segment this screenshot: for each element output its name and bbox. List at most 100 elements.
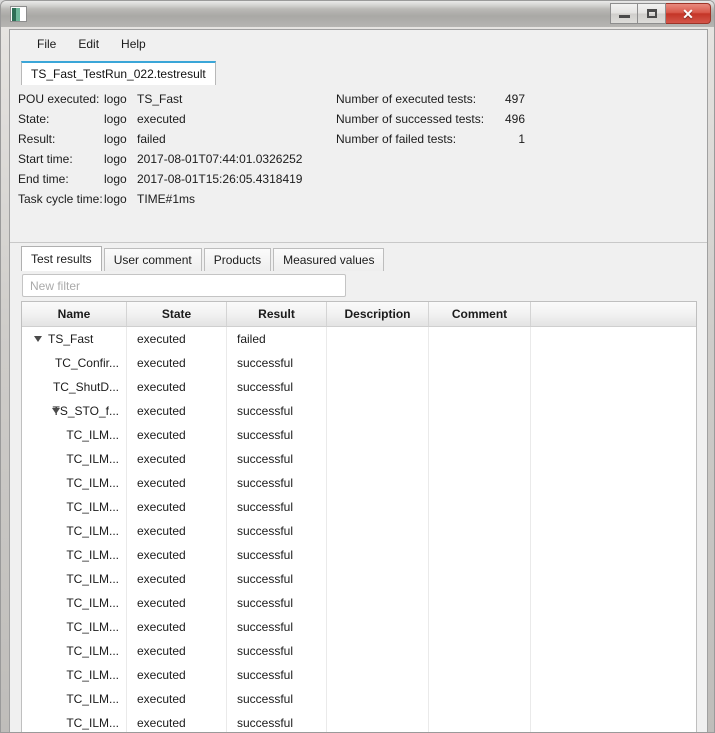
row-name-label: TC_ILM... xyxy=(66,716,119,730)
cell-description xyxy=(327,711,429,732)
table-row[interactable]: TC_ILM... executed successful xyxy=(22,423,696,447)
cell-state: executed xyxy=(127,471,227,495)
tab-measured-values[interactable]: Measured values xyxy=(273,248,385,271)
cell-description xyxy=(327,543,429,567)
cell-description xyxy=(327,447,429,471)
table-row[interactable]: TC_ILM... executed successful xyxy=(22,495,696,519)
cell-result: failed xyxy=(227,327,327,351)
menu-item-file[interactable]: File xyxy=(26,33,67,55)
table-row[interactable]: TC_ILM... executed successful xyxy=(22,663,696,687)
cell-filler xyxy=(531,399,696,423)
cell-result: successful xyxy=(227,639,327,663)
minimize-button[interactable] xyxy=(610,3,638,24)
cell-result: successful xyxy=(227,591,327,615)
cell-result: successful xyxy=(227,687,327,711)
table-row[interactable]: TC_ILM... executed successful xyxy=(22,591,696,615)
filter-input[interactable] xyxy=(22,274,346,297)
cell-result: successful xyxy=(227,543,327,567)
cell-result: successful xyxy=(227,471,327,495)
cell-filler xyxy=(531,543,696,567)
cell-description xyxy=(327,687,429,711)
menu-item-help[interactable]: Help xyxy=(110,33,157,55)
document-tab-active[interactable]: TS_Fast_TestRun_022.testresult xyxy=(21,61,216,85)
cell-comment xyxy=(429,327,531,351)
cell-state: executed xyxy=(127,351,227,375)
cell-description xyxy=(327,399,429,423)
table-row[interactable]: TC_ILM... executed successful xyxy=(22,519,696,543)
cell-name: TS_STO_f... xyxy=(22,399,127,423)
cell-state: executed xyxy=(127,711,227,732)
cell-state: executed xyxy=(127,495,227,519)
cell-filler xyxy=(531,663,696,687)
cell-state: executed xyxy=(127,591,227,615)
table-row[interactable]: TC_ILM... executed successful xyxy=(22,711,696,732)
cell-comment xyxy=(429,591,531,615)
cell-filler xyxy=(531,615,696,639)
cell-result: successful xyxy=(227,399,327,423)
cell-result: successful xyxy=(227,495,327,519)
table-row[interactable]: TC_ILM... executed successful xyxy=(22,567,696,591)
table-row[interactable]: TC_ILM... executed successful xyxy=(22,615,696,639)
table-row[interactable]: TS_STO_f... executed successful xyxy=(22,399,696,423)
maximize-button[interactable] xyxy=(638,3,666,24)
info-value: failed xyxy=(137,132,166,146)
cell-description xyxy=(327,495,429,519)
cell-description xyxy=(327,591,429,615)
cell-comment xyxy=(429,567,531,591)
cell-comment xyxy=(429,423,531,447)
minimize-icon xyxy=(618,14,630,18)
stat-label: Number of failed tests: xyxy=(336,132,457,146)
cell-comment xyxy=(429,447,531,471)
expand-collapse-icon[interactable] xyxy=(34,336,42,342)
cell-result: successful xyxy=(227,375,327,399)
cell-state: executed xyxy=(127,327,227,351)
cell-comment xyxy=(429,639,531,663)
cell-name: TC_ILM... xyxy=(22,639,127,663)
cell-result: successful xyxy=(227,567,327,591)
expand-collapse-icon[interactable] xyxy=(52,408,60,414)
row-name-label: TC_ILM... xyxy=(66,644,119,658)
close-button[interactable]: ✕ xyxy=(666,3,711,24)
row-name-label: TC_ILM... xyxy=(66,668,119,682)
cell-comment xyxy=(429,543,531,567)
column-header-description[interactable]: Description xyxy=(327,302,429,326)
row-name-label: TC_ILM... xyxy=(66,524,119,538)
cell-comment xyxy=(429,711,531,732)
column-header-result[interactable]: Result xyxy=(227,302,327,326)
table-row[interactable]: TC_Confir... executed successful xyxy=(22,351,696,375)
column-header-state[interactable]: State xyxy=(127,302,227,326)
cell-name: TC_ILM... xyxy=(22,471,127,495)
cell-result: successful xyxy=(227,447,327,471)
cell-result: successful xyxy=(227,351,327,375)
table-row[interactable]: TC_ILM... executed successful xyxy=(22,447,696,471)
tab-test-results[interactable]: Test results xyxy=(21,246,102,271)
cell-comment xyxy=(429,399,531,423)
table-row[interactable]: TS_Fast executed failed xyxy=(22,327,696,351)
cell-description xyxy=(327,327,429,351)
tab-user-comment[interactable]: User comment xyxy=(103,248,202,271)
table-row[interactable]: TC_ILM... executed successful xyxy=(22,471,696,495)
document-icon[interactable] xyxy=(10,6,27,22)
row-name-label: TS_Fast xyxy=(48,332,94,346)
column-header-name[interactable]: Name xyxy=(22,302,127,326)
table-row[interactable]: TC_ILM... executed successful xyxy=(22,639,696,663)
title-bar[interactable]: ✕ xyxy=(1,1,714,27)
cell-name: TC_ILM... xyxy=(22,543,127,567)
column-header-comment[interactable]: Comment xyxy=(429,302,531,326)
title-bar-sheen xyxy=(1,1,714,9)
info-logo-placeholder: logo xyxy=(104,192,127,206)
table-row[interactable]: TC_ILM... executed successful xyxy=(22,687,696,711)
stat-row-successed-tests: Number of successed tests: 496 xyxy=(336,109,686,129)
table-header-row: Name State Result Description Comment xyxy=(22,302,696,327)
table-row[interactable]: TC_ShutD... executed successful xyxy=(22,375,696,399)
table-row[interactable]: TC_ILM... executed successful xyxy=(22,543,696,567)
filter-bar xyxy=(10,271,707,301)
cell-result: successful xyxy=(227,711,327,732)
cell-name: TC_ILM... xyxy=(22,567,127,591)
cell-comment xyxy=(429,615,531,639)
info-logo-placeholder: logo xyxy=(104,92,127,106)
row-name-label: TC_ILM... xyxy=(66,596,119,610)
table-body: TS_Fast executed failed TC_Confir... execute… xyxy=(22,327,696,732)
tab-products[interactable]: Products xyxy=(203,248,272,271)
menu-item-edit[interactable]: Edit xyxy=(67,33,110,55)
